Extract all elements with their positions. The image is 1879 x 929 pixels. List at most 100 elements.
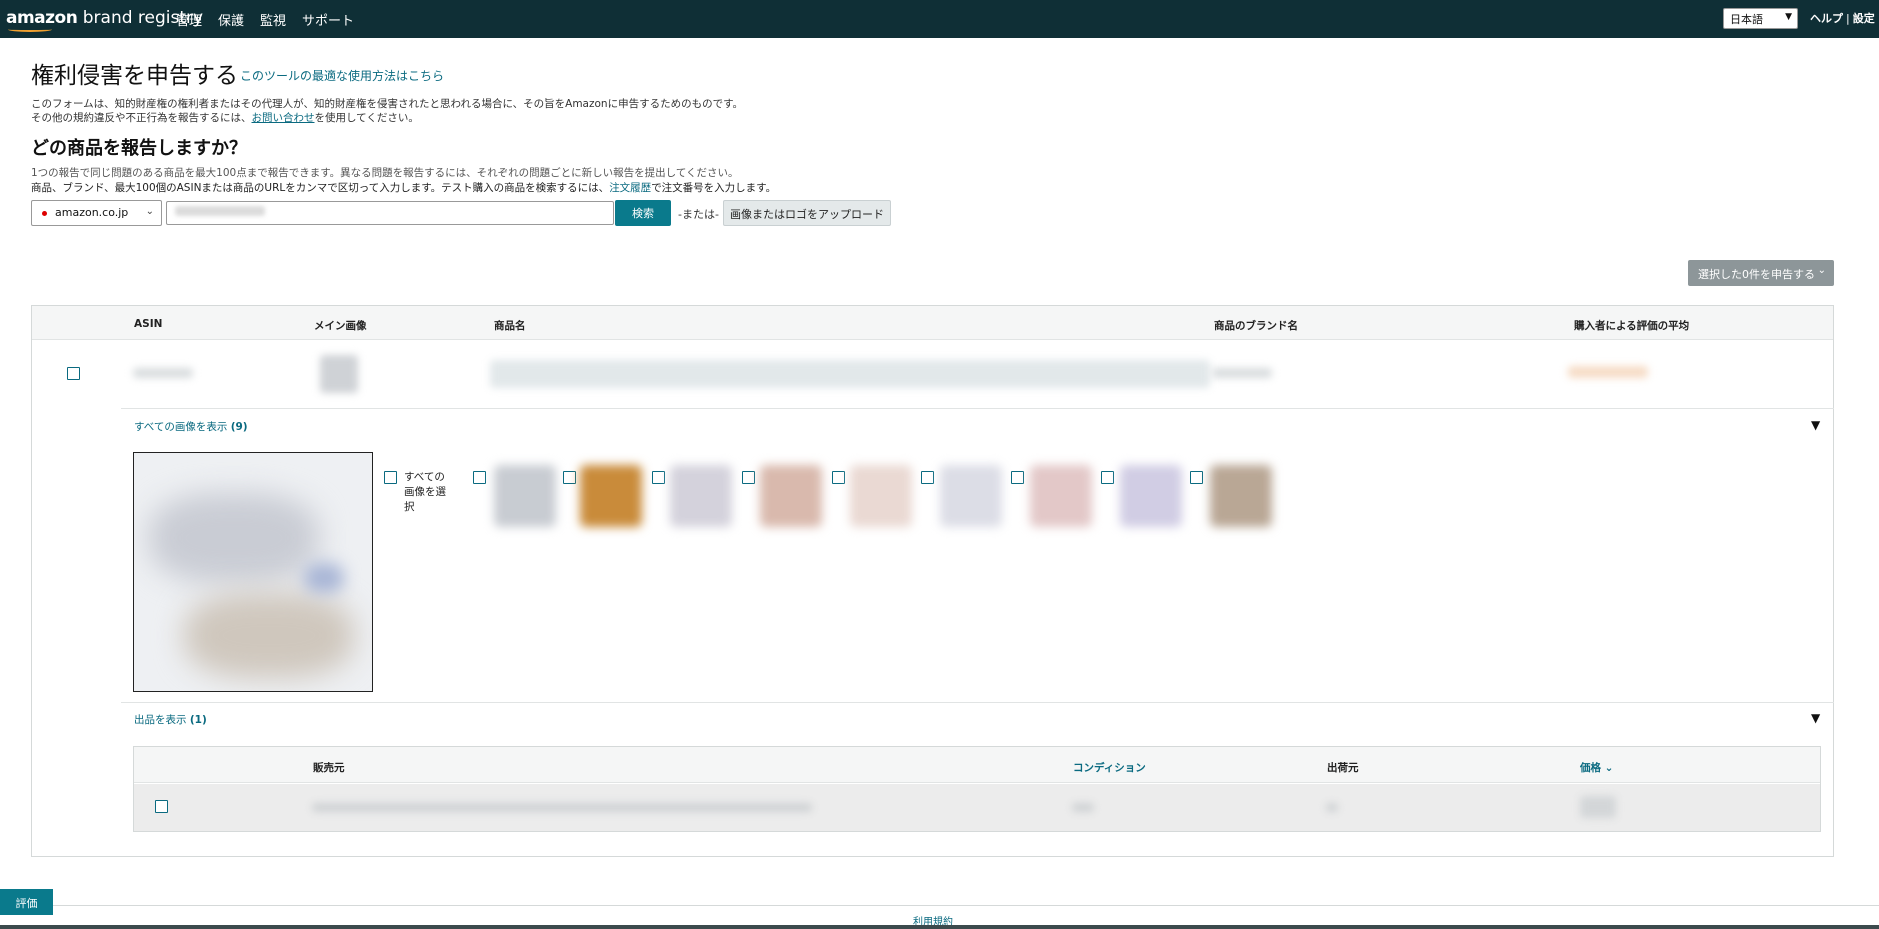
header-seller: 販売元 bbox=[313, 762, 345, 774]
selected-product-image bbox=[133, 452, 373, 692]
image-5-checkbox[interactable] bbox=[832, 471, 845, 484]
product-row-checkbox[interactable] bbox=[67, 367, 80, 380]
marketplace-value: amazon.co.jp bbox=[55, 206, 129, 219]
header-condition[interactable]: コンディション bbox=[1073, 760, 1146, 775]
header-shipper: 出荷元 bbox=[1327, 762, 1359, 774]
shipper-redacted bbox=[1326, 803, 1338, 812]
header-price[interactable]: 価格 ⌄ bbox=[1580, 760, 1613, 775]
image-7-checkbox[interactable] bbox=[1011, 471, 1024, 484]
or-separator: -または- bbox=[678, 208, 719, 221]
language-select[interactable]: 日本語 ▼ bbox=[1723, 8, 1798, 29]
image-1-checkbox[interactable] bbox=[473, 471, 486, 484]
header-brand-name: 商品のブランド名 bbox=[1214, 320, 1298, 332]
header-separator: | bbox=[1846, 12, 1850, 25]
offer-row-checkbox[interactable] bbox=[155, 800, 168, 813]
search-instructions-post: で注文番号を入力します。 bbox=[651, 182, 777, 194]
show-offers-toggle[interactable]: 出品を表示 (1) bbox=[134, 712, 207, 727]
nav-item-monitor[interactable]: 監視 bbox=[260, 10, 286, 29]
marketplace-select[interactable]: amazon.co.jp ⌄ bbox=[31, 200, 162, 226]
chevron-down-icon: ⌄ bbox=[1604, 762, 1614, 774]
header-links: ヘルプ | 設定 bbox=[1810, 10, 1875, 26]
header-product-name: 商品名 bbox=[494, 320, 526, 332]
search-button[interactable]: 検索 bbox=[615, 200, 671, 226]
brand-registry-logo[interactable]: amazon brand registry bbox=[6, 8, 203, 32]
price-redacted bbox=[1580, 796, 1616, 818]
nav-item-manage[interactable]: 管理 bbox=[176, 10, 202, 29]
offer-count: (1) bbox=[189, 714, 207, 726]
chevron-down-icon: ▼ bbox=[1785, 12, 1792, 22]
select-all-images-label: すべての 画像を選 択 bbox=[404, 470, 446, 515]
select-all-line-1: すべての bbox=[404, 471, 445, 483]
contact-description: その他の規約違反や不正行為を報告するには、お問い合わせを使用してください。 bbox=[31, 110, 419, 125]
rating-redacted bbox=[1568, 366, 1648, 378]
upload-image-button[interactable]: 画像またはロゴをアップロード bbox=[723, 200, 891, 226]
image-8-thumbnail[interactable] bbox=[1120, 465, 1182, 527]
report-limit-text: 1つの報告で同じ問題のある商品を最大100点まで報告できます。異なる問題を報告す… bbox=[31, 167, 739, 179]
evaluate-button[interactable]: 評価 bbox=[0, 889, 53, 915]
image-7-thumbnail[interactable] bbox=[1030, 465, 1092, 527]
tool-usage-link[interactable]: このツールの最適な使用方法はこちら bbox=[240, 67, 444, 84]
contact-text-pre: その他の規約違反や不正行為を報告するには、 bbox=[31, 112, 252, 124]
image-4-thumbnail[interactable] bbox=[760, 465, 822, 527]
top-navigation-bar: amazon brand registry 管理 保護 監視 サポート 日本語 … bbox=[0, 0, 1879, 38]
bottom-bar bbox=[0, 925, 1879, 929]
show-all-images-toggle[interactable]: すべての画像を表示 (9) bbox=[134, 419, 248, 434]
table-header: ASIN メイン画像 商品名 商品のブランド名 購入者による評価の平均 bbox=[32, 306, 1833, 340]
row-divider bbox=[121, 702, 1834, 703]
search-instructions-pre: 商品、ブランド、最大100個のASINまたは商品のURLをカンマで区切って入力し… bbox=[31, 182, 610, 194]
brand-name-redacted bbox=[1212, 368, 1272, 378]
image-3-checkbox[interactable] bbox=[652, 471, 665, 484]
image-4-checkbox[interactable] bbox=[742, 471, 755, 484]
chevron-down-icon: ⌄ bbox=[1817, 265, 1826, 276]
settings-link[interactable]: 設定 bbox=[1853, 12, 1875, 25]
show-offers-label: 出品を表示 bbox=[134, 714, 187, 726]
offers-table-header: 販売元 コンディション 出荷元 価格 ⌄ bbox=[134, 747, 1820, 783]
report-selected-label: 選択した0件を申告する bbox=[1698, 268, 1815, 281]
select-all-line-2: 画像を選 bbox=[404, 486, 446, 498]
image-8-checkbox[interactable] bbox=[1101, 471, 1114, 484]
logo-amazon-text: amazon bbox=[6, 8, 78, 28]
image-6-thumbnail[interactable] bbox=[940, 465, 1002, 527]
image-2-checkbox[interactable] bbox=[563, 471, 576, 484]
image-count: (9) bbox=[230, 421, 248, 433]
row-divider bbox=[121, 408, 1834, 409]
image-5-thumbnail[interactable] bbox=[850, 465, 912, 527]
show-all-images-label: すべての画像を表示 bbox=[134, 421, 228, 433]
asin-value-redacted bbox=[133, 368, 193, 378]
section-heading: どの商品を報告しますか？ bbox=[31, 138, 247, 159]
nav-item-protect[interactable]: 保護 bbox=[218, 10, 244, 29]
amazon-smile-icon bbox=[8, 27, 52, 32]
chevron-down-icon: ⌄ bbox=[145, 206, 154, 217]
collapse-caret-icon[interactable]: ▼ bbox=[1811, 418, 1820, 432]
order-history-link[interactable]: 注文履歴 bbox=[609, 182, 651, 194]
search-input-value-redacted bbox=[175, 206, 265, 216]
condition-redacted bbox=[1072, 803, 1094, 812]
image-6-checkbox[interactable] bbox=[921, 471, 934, 484]
report-selected-button[interactable]: 選択した0件を申告する ⌄ bbox=[1688, 260, 1834, 286]
image-2-thumbnail[interactable] bbox=[580, 465, 642, 527]
main-image-thumbnail[interactable] bbox=[320, 355, 358, 393]
offers-table: 販売元 コンディション 出荷元 価格 ⌄ bbox=[133, 746, 1821, 832]
image-9-checkbox[interactable] bbox=[1190, 471, 1203, 484]
select-all-images-checkbox[interactable] bbox=[384, 471, 397, 484]
help-link[interactable]: ヘルプ bbox=[1810, 12, 1843, 25]
search-input[interactable] bbox=[166, 201, 614, 225]
image-9-thumbnail[interactable] bbox=[1210, 465, 1272, 527]
header-main-image: メイン画像 bbox=[314, 320, 367, 332]
header-price-label: 価格 bbox=[1580, 762, 1601, 774]
footer-divider bbox=[0, 905, 1879, 906]
nav-item-support[interactable]: サポート bbox=[302, 10, 354, 29]
seller-name-redacted bbox=[312, 803, 812, 812]
image-1-thumbnail[interactable] bbox=[494, 465, 556, 527]
collapse-caret-icon[interactable]: ▼ bbox=[1811, 711, 1820, 725]
main-nav: 管理 保護 監視 サポート bbox=[176, 10, 354, 29]
header-rating: 購入者による評価の平均 bbox=[1574, 320, 1690, 332]
header-asin: ASIN bbox=[134, 318, 163, 330]
contact-us-link[interactable]: お問い合わせ bbox=[252, 112, 315, 124]
product-name-redacted bbox=[490, 360, 1210, 388]
select-all-line-3: 択 bbox=[404, 501, 415, 513]
contact-text-post: を使用してください。 bbox=[314, 112, 419, 124]
page-title: 権利侵害を申告する bbox=[31, 63, 238, 89]
image-3-thumbnail[interactable] bbox=[670, 465, 732, 527]
japan-flag-icon bbox=[42, 210, 47, 216]
